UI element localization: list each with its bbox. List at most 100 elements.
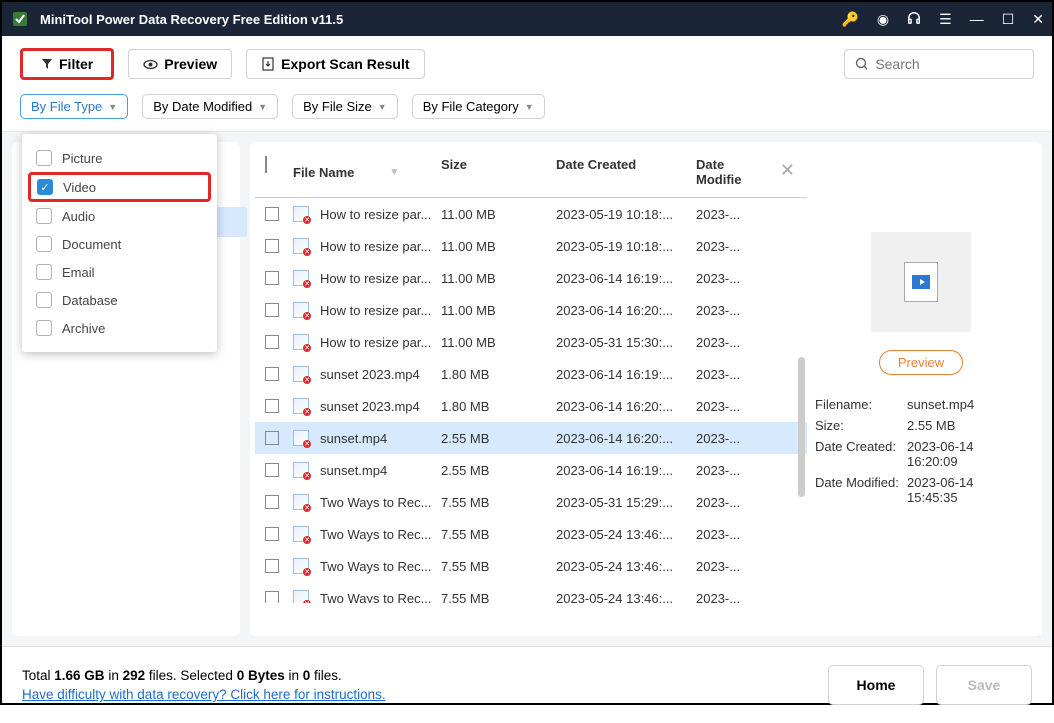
file-size: 2.55 MB: [441, 463, 556, 478]
table-row[interactable]: How to resize par... 11.00 MB 2023-06-14…: [255, 262, 807, 294]
file-modified: 2023-...: [696, 527, 756, 542]
col-modified[interactable]: Date Modifie: [696, 157, 756, 187]
file-modified: 2023-...: [696, 239, 756, 254]
type-option-email[interactable]: Email: [22, 258, 217, 286]
modified-label: Date Modified:: [815, 475, 907, 505]
file-created: 2023-06-14 16:19:...: [556, 271, 696, 286]
file-size: 1.80 MB: [441, 399, 556, 414]
close-panel-icon[interactable]: ✕: [780, 160, 795, 181]
type-option-database[interactable]: Database: [22, 286, 217, 314]
type-option-video[interactable]: ✓Video: [28, 172, 211, 202]
search-box[interactable]: [844, 49, 1034, 79]
select-all-checkbox[interactable]: [265, 156, 267, 173]
row-checkbox[interactable]: [265, 271, 279, 285]
file-size: 2.55 MB: [441, 431, 556, 446]
minimize-icon[interactable]: —: [970, 11, 984, 27]
table-row[interactable]: sunset 2023.mp4 1.80 MB 2023-06-14 16:19…: [255, 358, 807, 390]
sort-icon: ▼: [389, 167, 399, 178]
maximize-icon[interactable]: ☐: [1002, 11, 1015, 28]
row-checkbox[interactable]: [265, 207, 279, 221]
file-modified: 2023-...: [696, 367, 756, 382]
export-button[interactable]: Export Scan Result: [246, 49, 424, 79]
filter-by-size[interactable]: By File Size▼: [292, 94, 398, 119]
col-created[interactable]: Date Created: [556, 157, 696, 187]
row-checkbox[interactable]: [265, 367, 279, 381]
type-option-audio[interactable]: Audio: [22, 202, 217, 230]
video-file-icon: [293, 206, 309, 222]
checkbox[interactable]: [36, 292, 52, 308]
checkbox[interactable]: [36, 320, 52, 336]
video-file-icon: [293, 462, 309, 478]
file-name: Two Ways to Rec...: [320, 527, 432, 542]
created-label: Date Created:: [815, 439, 907, 469]
file-list: ✕ File Name▼ Size Date Created Date Modi…: [250, 142, 807, 636]
disc-icon[interactable]: ◉: [877, 11, 889, 28]
footer: Total 1.66 GB in 292 files. Selected 0 B…: [2, 646, 1052, 723]
table-row[interactable]: sunset 2023.mp4 1.80 MB 2023-06-14 16:20…: [255, 390, 807, 422]
file-name: How to resize par...: [320, 335, 431, 350]
filter-by-date[interactable]: By Date Modified▼: [142, 94, 278, 119]
col-name[interactable]: File Name▼: [293, 157, 441, 187]
file-size: 7.55 MB: [441, 527, 556, 542]
file-size: 7.55 MB: [441, 591, 556, 604]
app-icon: [10, 9, 30, 29]
row-checkbox[interactable]: [265, 495, 279, 509]
close-icon[interactable]: ✕: [1032, 11, 1044, 28]
row-checkbox[interactable]: [265, 399, 279, 413]
created-value: 2023-06-14 16:20:09: [907, 439, 1027, 469]
filter-by-category[interactable]: By File Category▼: [412, 94, 545, 119]
menu-icon[interactable]: ☰: [939, 11, 952, 28]
table-row[interactable]: Two Ways to Rec... 7.55 MB 2023-05-24 13…: [255, 550, 807, 582]
checkbox[interactable]: [36, 150, 52, 166]
table-row[interactable]: Two Ways to Rec... 7.55 MB 2023-05-31 15…: [255, 486, 807, 518]
video-file-icon: [293, 334, 309, 350]
filter-button[interactable]: Filter: [20, 48, 114, 80]
table-row[interactable]: How to resize par... 11.00 MB 2023-06-14…: [255, 294, 807, 326]
file-modified: 2023-...: [696, 495, 756, 510]
file-size: 11.00 MB: [441, 239, 556, 254]
checkbox[interactable]: [36, 208, 52, 224]
checkbox-checked[interactable]: ✓: [37, 179, 53, 195]
type-option-document[interactable]: Document: [22, 230, 217, 258]
type-option-picture[interactable]: Picture: [22, 144, 217, 172]
table-row[interactable]: sunset.mp4 2.55 MB 2023-06-14 16:20:... …: [255, 422, 807, 454]
headphones-icon[interactable]: [907, 11, 921, 28]
col-size[interactable]: Size: [441, 157, 556, 187]
table-row[interactable]: Two Ways to Rec... 7.55 MB 2023-05-24 13…: [255, 518, 807, 550]
row-checkbox[interactable]: [265, 527, 279, 541]
table-row[interactable]: sunset.mp4 2.55 MB 2023-06-14 16:19:... …: [255, 454, 807, 486]
row-checkbox[interactable]: [265, 239, 279, 253]
table-header: File Name▼ Size Date Created Date Modifi…: [255, 157, 807, 198]
row-checkbox[interactable]: [265, 431, 279, 445]
key-icon[interactable]: 🔑: [841, 11, 858, 28]
preview-button[interactable]: Preview: [128, 49, 232, 79]
file-name: sunset 2023.mp4: [320, 367, 420, 382]
scrollbar[interactable]: [798, 357, 805, 497]
search-input[interactable]: [875, 56, 1023, 72]
table-row[interactable]: How to resize par... 11.00 MB 2023-05-31…: [255, 326, 807, 358]
video-file-icon: [293, 398, 309, 414]
file-size: 11.00 MB: [441, 335, 556, 350]
row-checkbox[interactable]: [265, 303, 279, 317]
table-row[interactable]: Two Ways to Rec... 7.55 MB 2023-05-24 13…: [255, 582, 807, 603]
main-area: Picture ✓Video Audio Document Email Data…: [2, 132, 1052, 646]
filter-by-type[interactable]: By File Type▼: [20, 94, 128, 119]
file-name: How to resize par...: [320, 271, 431, 286]
home-button[interactable]: Home: [828, 665, 924, 705]
row-checkbox[interactable]: [265, 463, 279, 477]
type-option-archive[interactable]: Archive: [22, 314, 217, 342]
checkbox[interactable]: [36, 236, 52, 252]
table-body: How to resize par... 11.00 MB 2023-05-19…: [255, 198, 807, 603]
preview-file-button[interactable]: Preview: [879, 350, 963, 375]
file-name: How to resize par...: [320, 239, 431, 254]
save-button[interactable]: Save: [936, 665, 1032, 705]
help-link[interactable]: Have difficulty with data recovery? Clic…: [22, 687, 386, 702]
table-row[interactable]: How to resize par... 11.00 MB 2023-05-19…: [255, 198, 807, 230]
checkbox[interactable]: [36, 264, 52, 280]
table-row[interactable]: How to resize par... 11.00 MB 2023-05-19…: [255, 230, 807, 262]
file-name: sunset.mp4: [320, 431, 387, 446]
row-checkbox[interactable]: [265, 335, 279, 349]
row-checkbox[interactable]: [265, 559, 279, 573]
row-checkbox[interactable]: [265, 591, 279, 603]
file-size: 1.80 MB: [441, 367, 556, 382]
